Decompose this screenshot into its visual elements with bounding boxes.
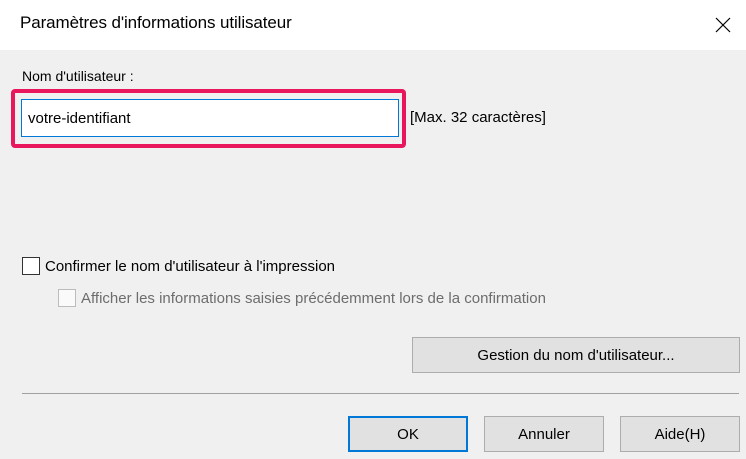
- cancel-button[interactable]: Annuler: [484, 416, 604, 452]
- username-input[interactable]: [21, 99, 399, 137]
- help-button[interactable]: Aide(H): [620, 416, 740, 452]
- title-bar: Paramètres d'informations utilisateur: [0, 0, 746, 50]
- max-chars-hint: [Max. 32 caractères]: [410, 109, 546, 126]
- confirm-username-option[interactable]: Confirmer le nom d'utilisateur à l'impre…: [22, 257, 335, 275]
- show-previous-option: Afficher les informations saisies précéd…: [58, 289, 546, 307]
- close-icon: [715, 17, 731, 33]
- separator: [22, 393, 739, 394]
- manage-username-button[interactable]: Gestion du nom d'utilisateur...: [412, 337, 740, 373]
- ok-button[interactable]: OK: [348, 416, 468, 452]
- close-button[interactable]: [700, 0, 746, 50]
- dialog-title: Paramètres d'informations utilisateur: [20, 13, 292, 32]
- show-previous-label: Afficher les informations saisies précéd…: [81, 289, 546, 307]
- show-previous-checkbox: [58, 289, 76, 307]
- confirm-username-checkbox[interactable]: [22, 257, 40, 275]
- username-label: Nom d'utilisateur :: [22, 68, 134, 84]
- confirm-username-label: Confirmer le nom d'utilisateur à l'impre…: [45, 257, 336, 275]
